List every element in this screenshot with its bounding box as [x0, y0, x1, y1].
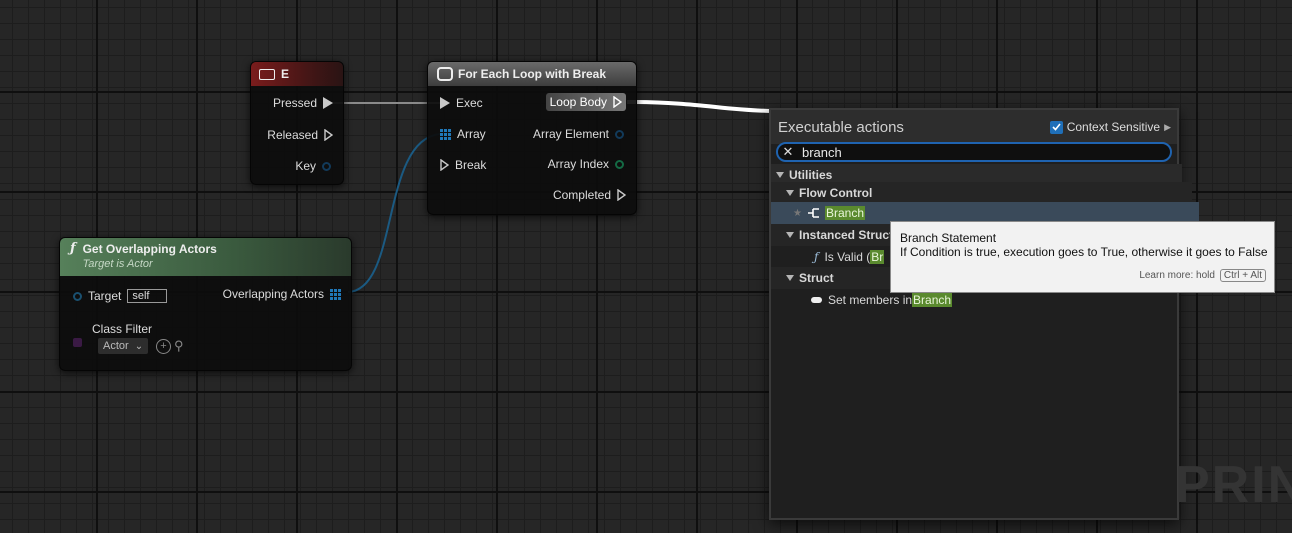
- menu-header: Executable actions Context Sensitive ▶: [771, 110, 1177, 144]
- branch-tooltip: Branch Statement If Condition is true, e…: [890, 221, 1275, 293]
- blueprint-watermark: PRINT: [1175, 456, 1292, 514]
- branch-icon: [807, 208, 820, 218]
- exec-wire-loop-body: [626, 100, 773, 113]
- action-is-valid-highlight: Br: [870, 250, 885, 264]
- struct-pill-icon: [811, 297, 822, 303]
- keyboard-icon: [259, 68, 275, 80]
- pin-pressed[interactable]: Pressed: [273, 96, 333, 110]
- key-event-header[interactable]: E: [251, 62, 343, 86]
- tooltip-shortcut: Ctrl + Alt: [1219, 269, 1266, 282]
- tooltip-body: If Condition is true, execution goes to …: [900, 245, 1268, 259]
- tooltip-learn-more-label: Learn more: hold: [1139, 270, 1215, 281]
- clear-icon[interactable]: ✕: [778, 144, 798, 160]
- pin-target[interactable]: Target self: [73, 289, 168, 303]
- search-icon[interactable]: ⚲: [174, 338, 184, 354]
- for-each-header[interactable]: For Each Loop with Break: [428, 62, 636, 86]
- context-sensitive-toggle[interactable]: Context Sensitive ▶: [1049, 120, 1171, 134]
- action-set-members-highlight: Branch: [912, 293, 953, 307]
- exec-pin-icon[interactable]: [323, 97, 333, 109]
- expand-arrow-icon[interactable]: [786, 275, 794, 281]
- action-is-valid-label: Is Valid (: [824, 250, 871, 264]
- pin-overlapping-actors-label: Overlapping Actors: [222, 287, 324, 301]
- category-utilities-label: Utilities: [789, 168, 833, 182]
- tooltip-title: Branch Statement: [900, 231, 997, 245]
- object-pin-icon[interactable]: [73, 291, 82, 301]
- pin-array-element[interactable]: Array Element: [533, 127, 624, 141]
- pin-class-filter-label: Class Filter: [92, 322, 153, 336]
- category-flow-control[interactable]: Flow Control: [771, 182, 1192, 204]
- pin-array-label: Array: [457, 127, 486, 141]
- pin-completed[interactable]: Completed: [553, 188, 626, 202]
- pin-break-label: Break: [455, 158, 487, 172]
- pin-overlapping-actors[interactable]: Overlapping Actors: [223, 287, 341, 301]
- get-overlapping-header[interactable]: ƒ Get Overlapping Actors Target is Actor: [60, 238, 351, 276]
- pin-target-label: Target: [88, 289, 122, 303]
- array-pin-icon[interactable]: [440, 128, 451, 140]
- chevron-down-icon: ⌄: [134, 340, 144, 352]
- get-overlapping-subtitle: Target is Actor: [82, 258, 153, 270]
- integer-pin-icon[interactable]: [615, 159, 624, 169]
- class-filter-value: Actor: [103, 340, 129, 352]
- exec-pin-icon[interactable]: [617, 189, 626, 201]
- array-pin-icon[interactable]: [330, 288, 341, 300]
- target-self-field[interactable]: self: [127, 289, 168, 303]
- get-overlapping-actors-node[interactable]: ƒ Get Overlapping Actors Target is Actor…: [59, 237, 352, 371]
- star-icon[interactable]: ★: [793, 208, 802, 219]
- category-instanced-struct-label: Instanced Struct: [799, 228, 894, 242]
- action-search-menu[interactable]: Executable actions Context Sensitive ▶ ✕…: [769, 108, 1199, 520]
- pin-pressed-label: Pressed: [272, 96, 317, 110]
- key-event-title: E: [281, 67, 290, 81]
- pin-array-element-label: Array Element: [532, 127, 609, 141]
- pin-loop-body[interactable]: Loop Body: [545, 93, 626, 111]
- checkbox-checked-icon[interactable]: [1049, 120, 1063, 134]
- struct-pin-icon[interactable]: [322, 161, 331, 171]
- expand-arrow-icon[interactable]: [776, 172, 784, 178]
- exec-pin-icon[interactable]: [613, 96, 622, 108]
- key-event-node[interactable]: E Pressed Released Key: [250, 61, 344, 185]
- pin-loop-body-label: Loop Body: [549, 95, 607, 109]
- category-struct-label: Struct: [799, 271, 834, 285]
- loop-icon: [437, 67, 453, 81]
- category-flow-control-label: Flow Control: [799, 186, 873, 200]
- exec-pin-icon[interactable]: [440, 159, 449, 171]
- expand-arrow-icon[interactable]: [786, 190, 794, 196]
- for-each-title: For Each Loop with Break: [458, 67, 607, 81]
- context-sensitive-label: Context Sensitive: [1066, 120, 1161, 134]
- pin-key-label: Key: [295, 159, 316, 173]
- for-each-loop-node[interactable]: For Each Loop with Break Exec Array Brea…: [427, 61, 637, 215]
- chevron-right-icon[interactable]: ▶: [1164, 122, 1171, 133]
- pin-released-label: Released: [267, 128, 318, 142]
- action-branch-label: Branch: [824, 206, 865, 220]
- pin-array-index-label: Array Index: [547, 157, 609, 171]
- pin-completed-label: Completed: [552, 188, 611, 202]
- pin-array[interactable]: Array: [440, 127, 486, 141]
- exec-pin-icon[interactable]: [324, 129, 333, 141]
- class-pin-icon[interactable]: [73, 338, 82, 347]
- pin-exec-label: Exec: [456, 96, 483, 110]
- pin-break[interactable]: Break: [440, 158, 486, 172]
- object-pin-icon[interactable]: [615, 129, 624, 139]
- class-filter-dropdown[interactable]: Actor ⌄: [98, 338, 149, 354]
- function-icon: ƒ: [70, 241, 76, 256]
- add-icon[interactable]: +: [156, 339, 171, 354]
- pin-released[interactable]: Released: [267, 128, 333, 142]
- action-set-members-label: Set members in: [828, 293, 913, 307]
- search-box[interactable]: ✕: [776, 142, 1172, 162]
- menu-title: Executable actions: [778, 119, 904, 136]
- search-input[interactable]: [798, 144, 1166, 160]
- tooltip-learn-more: Learn more: hold Ctrl + Alt: [1139, 269, 1266, 282]
- get-overlapping-title: Get Overlapping Actors: [82, 242, 217, 256]
- expand-arrow-icon[interactable]: [786, 232, 794, 238]
- pin-key[interactable]: Key: [295, 159, 331, 173]
- exec-pin-icon[interactable]: [440, 97, 450, 109]
- pin-exec[interactable]: Exec: [440, 96, 483, 110]
- pin-array-index[interactable]: Array Index: [548, 157, 624, 171]
- function-icon: ƒ: [814, 250, 819, 264]
- pin-class-filter[interactable]: Class Filter: [92, 322, 152, 336]
